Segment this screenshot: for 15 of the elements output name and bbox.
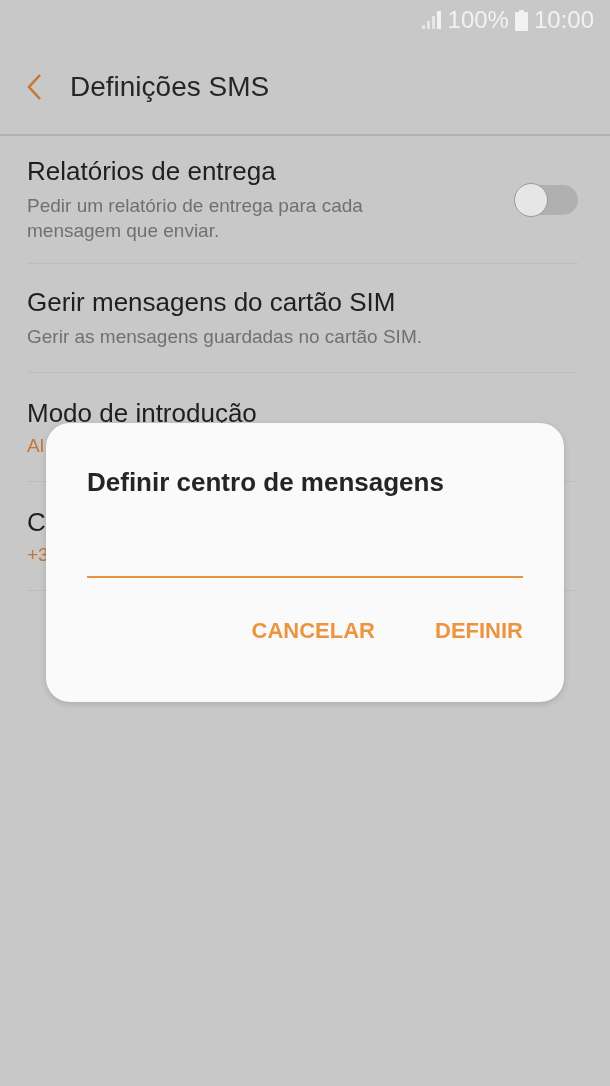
signal-icon (421, 11, 442, 29)
setting-title: Modo de introdução (27, 397, 258, 429)
setting-description: Pedir um relatório de entrega para cada mensagem que enviar. (27, 194, 364, 243)
setting-title: Relatórios de entrega (27, 156, 277, 187)
dialog-title: Definir centro de mensagens (87, 467, 445, 498)
back-icon[interactable] (26, 73, 42, 101)
page-title: Definições SMS (70, 71, 270, 103)
dialog-button[interactable]: DEFINIR (435, 614, 523, 648)
setting-value: Al (27, 434, 45, 457)
dialog-button[interactable]: CANCELAR (251, 614, 375, 648)
battery-icon (514, 9, 528, 31)
setting-title: C (27, 506, 47, 538)
setting-title: Gerir mensagens do cartão SIM (27, 287, 397, 318)
toggle-switch[interactable] (516, 184, 578, 215)
setting-description: Gerir as mensagens guardadas no cartão SIM. (27, 325, 423, 349)
